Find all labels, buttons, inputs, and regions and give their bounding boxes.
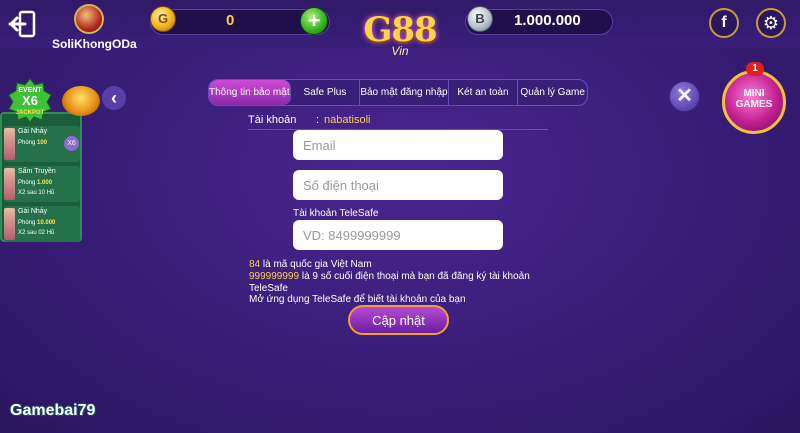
gold-coin-letter: G bbox=[157, 11, 169, 26]
email-field[interactable] bbox=[293, 130, 503, 160]
jackpot-row[interactable]: Sấm Truyền Phòng 1.000 X2 sau 10 Hũ bbox=[4, 166, 80, 202]
tab-safe-plus[interactable]: Safe Plus bbox=[291, 80, 361, 105]
game-thumbnail bbox=[4, 208, 15, 240]
security-tabs: Thông tin bảo mật Safe Plus Bảo mật đăng… bbox=[208, 79, 588, 106]
close-button[interactable]: ✕ bbox=[669, 81, 700, 112]
facebook-button[interactable]: f bbox=[709, 8, 739, 38]
jackpot-row[interactable]: Gái Nhảy Phòng 100 X6 bbox=[4, 126, 80, 162]
add-gold-button[interactable]: + bbox=[300, 7, 328, 35]
jackpot-game-name: Gái Nhảy bbox=[18, 208, 48, 215]
mini-games-line2: GAMES bbox=[735, 99, 773, 110]
svg-text:JACKPOT: JACKPOT bbox=[16, 110, 45, 116]
tab-safe-box[interactable]: Két an toàn bbox=[449, 80, 519, 105]
account-row: Tài khoản : nabatisoli bbox=[248, 113, 548, 130]
jackpot-room: Phòng 1.000 bbox=[18, 180, 53, 186]
telesafe-field[interactable] bbox=[293, 220, 503, 250]
gear-icon: ⚙ bbox=[762, 13, 780, 33]
chevron-left-icon[interactable]: ‹ bbox=[102, 86, 126, 110]
event-x6-jackpot-badge[interactable]: EVENT X6 JACKPOT bbox=[6, 78, 54, 123]
jackpot-extra: X2 sau 10 Hũ bbox=[18, 190, 55, 196]
jackpot-room: Phòng 100 bbox=[18, 140, 48, 146]
mini-games-button[interactable]: MINI GAMES bbox=[722, 70, 786, 134]
account-colon: : bbox=[316, 114, 320, 126]
account-value: nabatisoli bbox=[324, 114, 371, 126]
avatar[interactable] bbox=[74, 4, 104, 34]
jackpot-game-name: Sấm Truyền bbox=[18, 168, 56, 175]
username: SoliKhongODa bbox=[52, 37, 137, 51]
update-button[interactable]: Cập nhật bbox=[348, 305, 449, 335]
facebook-icon: f bbox=[721, 14, 727, 31]
trophy-icon[interactable] bbox=[62, 86, 100, 116]
gold-balance-value: 0 bbox=[226, 12, 235, 29]
account-label: Tài khoản bbox=[248, 114, 297, 126]
watermark: Gamebai79 bbox=[10, 402, 96, 419]
notification-badge: 1 bbox=[746, 62, 764, 76]
mini-games-line1: MINI bbox=[743, 88, 765, 99]
jackpot-panel[interactable]: Gái Nhảy Phòng 100 X6 Sấm Truyền Phòng 1… bbox=[0, 112, 82, 242]
silver-coin-icon: B bbox=[467, 6, 493, 32]
info-line-country-code: 84 là mã quốc gia Việt Nam bbox=[249, 259, 372, 270]
settings-button[interactable]: ⚙ bbox=[756, 8, 786, 38]
x6-chip: X6 bbox=[64, 136, 79, 151]
jackpot-room: Phòng 10.000 bbox=[18, 220, 56, 226]
silver-coin-letter: B bbox=[475, 11, 485, 26]
jackpot-extra: X2 sau 02 Hũ bbox=[18, 230, 55, 236]
tab-game-management[interactable]: Quản lý Game bbox=[518, 80, 587, 105]
jackpot-row[interactable]: Gái Nhảy Phòng 10.000 X2 sau 02 Hũ bbox=[4, 206, 80, 242]
tab-security-info[interactable]: Thông tin bảo mật bbox=[209, 80, 291, 105]
logo-sub: Vin bbox=[391, 44, 409, 58]
game-thumbnail bbox=[4, 128, 15, 160]
svg-text:X6: X6 bbox=[22, 93, 38, 108]
silver-balance-value: 1.000.000 bbox=[514, 12, 581, 29]
info-line-phone: 999999999 là 9 số cuối điện thoại mà bạn… bbox=[249, 271, 530, 282]
game-logo: G88 Vin bbox=[352, 4, 448, 64]
phone-field[interactable] bbox=[293, 170, 503, 200]
telesafe-label: Tài khoản TeleSafe bbox=[293, 208, 379, 219]
tab-login-security[interactable]: Bảo mật đăng nhập bbox=[360, 80, 449, 105]
jackpot-game-name: Gái Nhảy bbox=[18, 128, 48, 135]
game-thumbnail bbox=[4, 168, 15, 200]
gold-coin-icon: G bbox=[150, 6, 176, 32]
exit-icon[interactable] bbox=[8, 10, 38, 38]
